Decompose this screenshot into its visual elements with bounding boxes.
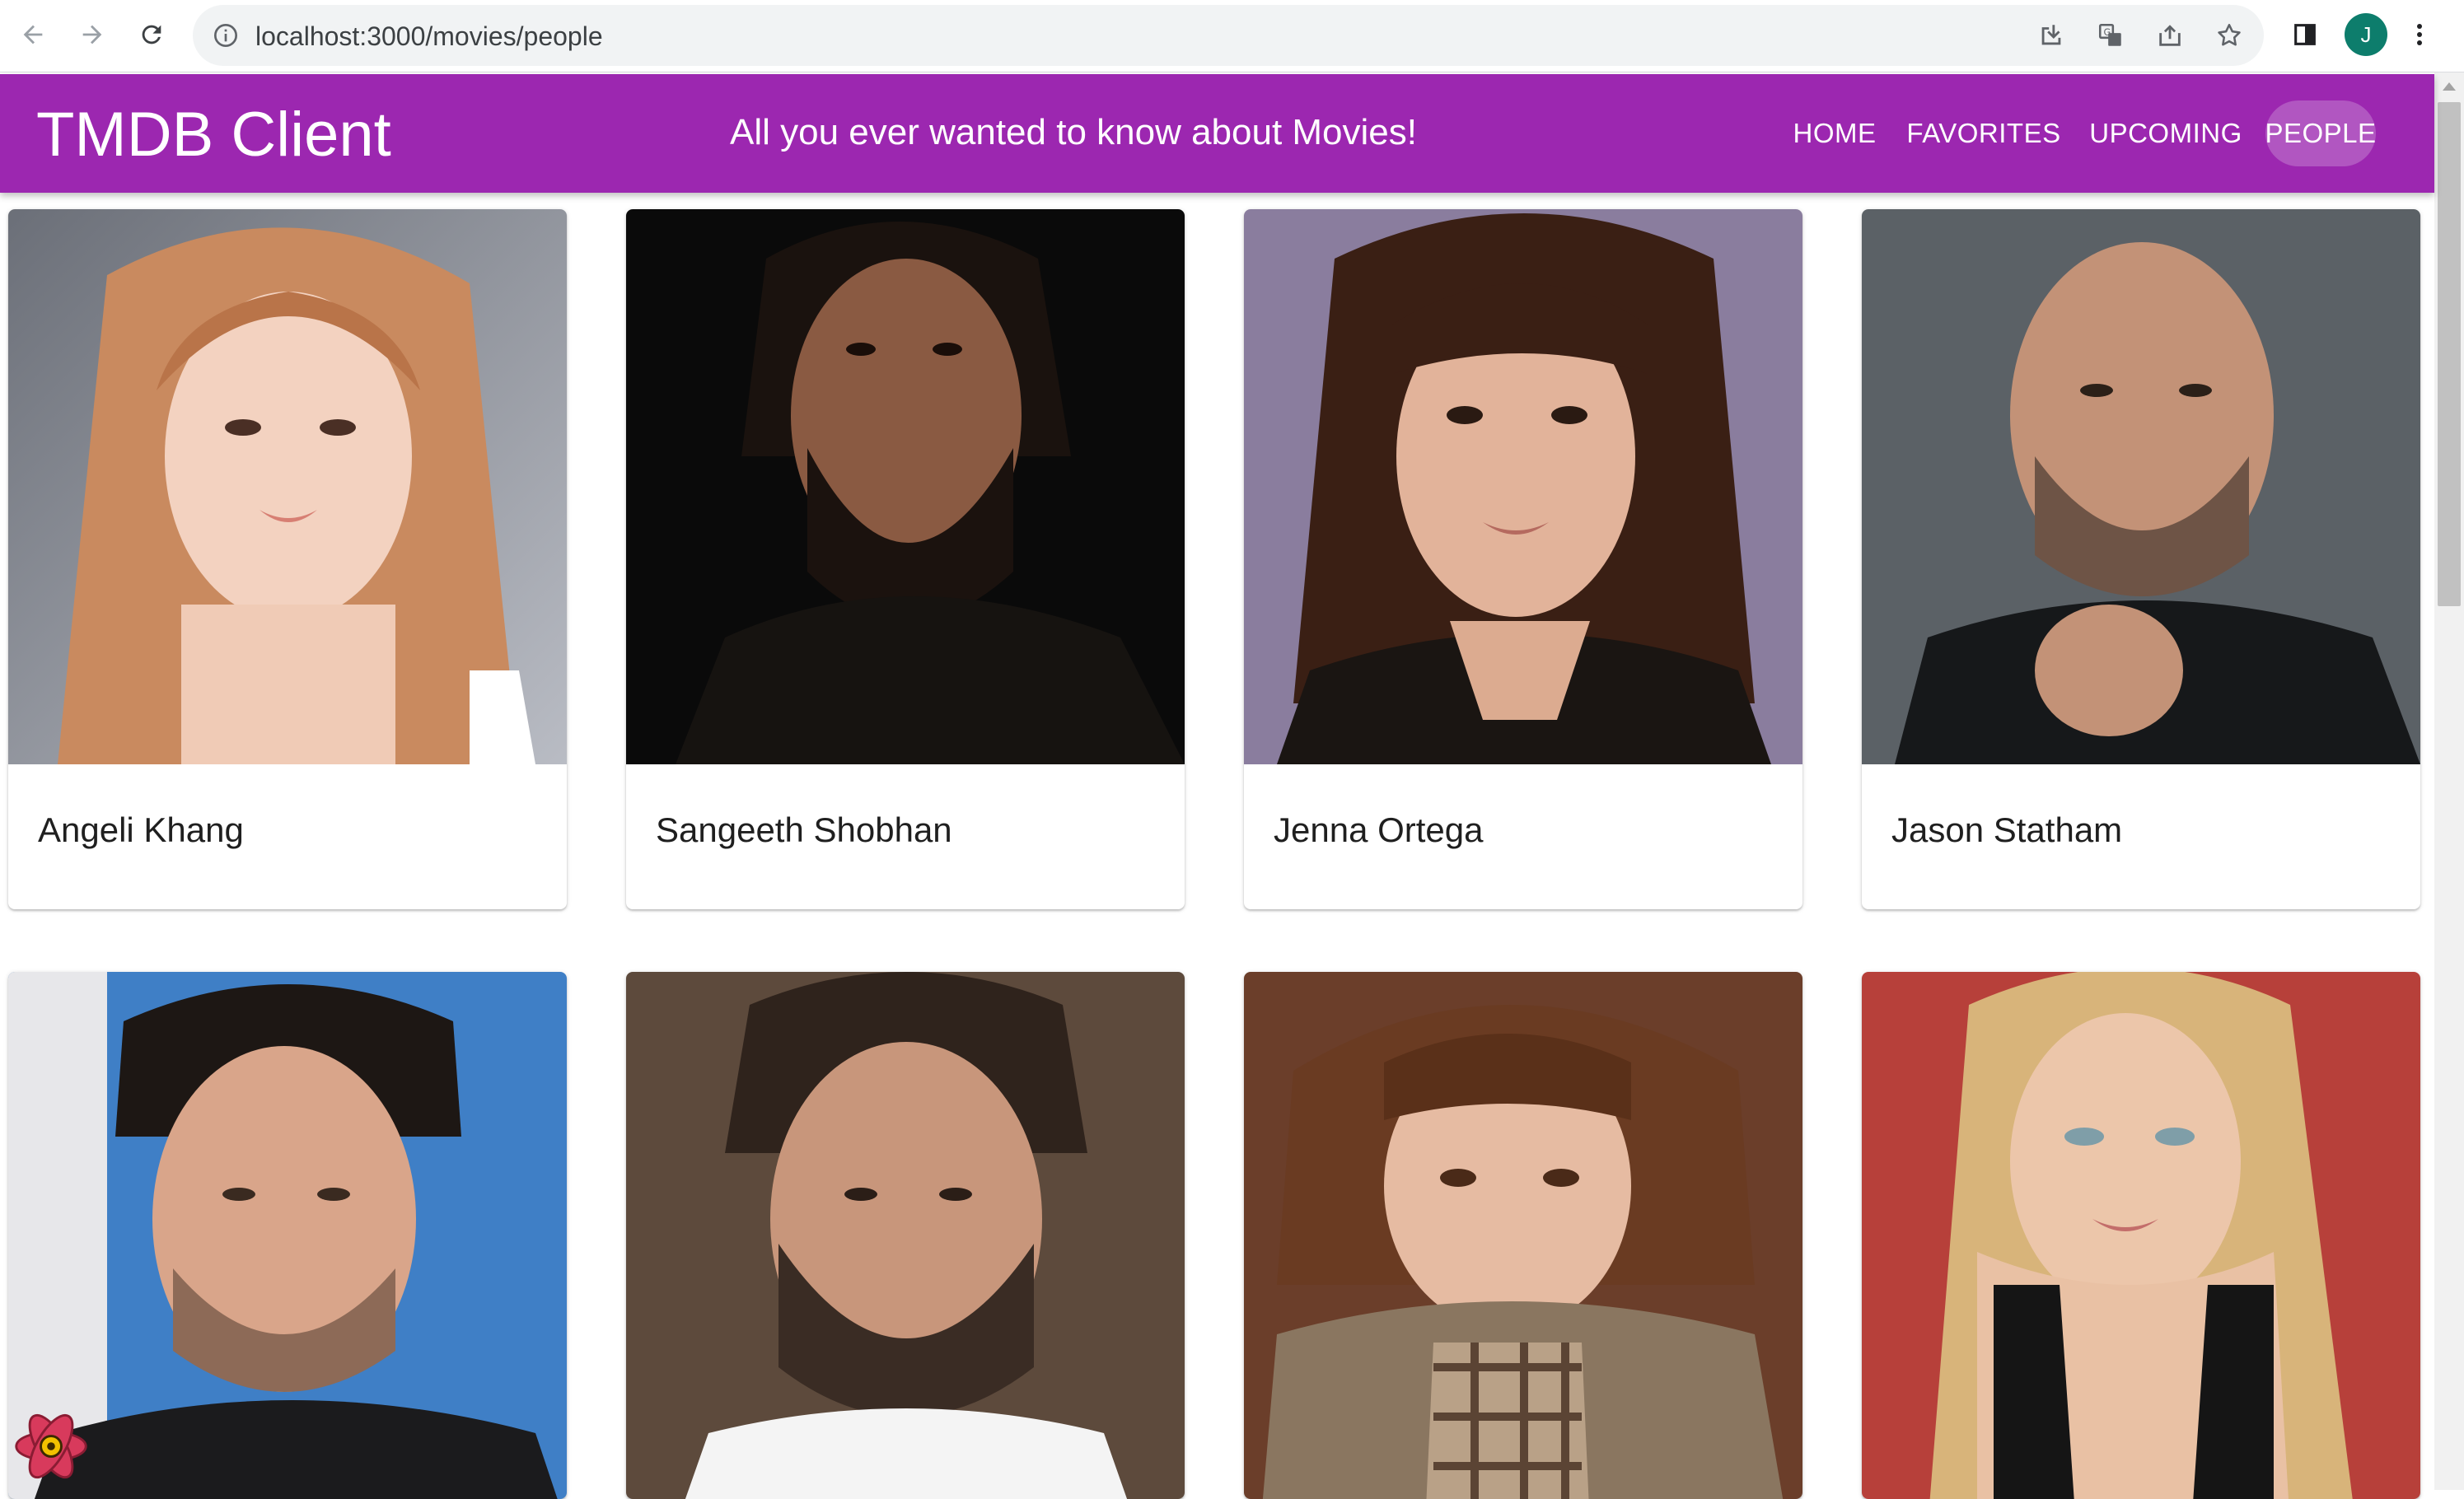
scroll-thumb[interactable] <box>2438 102 2461 606</box>
url-text: localhost:3000/movies/people <box>255 21 603 51</box>
forward-button[interactable] <box>71 13 114 56</box>
person-card[interactable]: Sangeeth Shobhan <box>626 209 1185 909</box>
side-panel-icon <box>2294 24 2316 45</box>
person-name: Sangeeth Shobhan <box>656 810 952 849</box>
person-card[interactable] <box>1862 972 2420 1499</box>
forward-arrow-icon <box>82 25 102 44</box>
person-photo[interactable] <box>1862 209 2420 764</box>
side-panel-button[interactable] <box>2285 15 2325 54</box>
share-icon[interactable] <box>2155 21 2185 50</box>
bookmark-star-icon[interactable] <box>2214 21 2244 50</box>
install-app-icon[interactable] <box>2036 21 2066 50</box>
person-card[interactable]: Jenna Ortega <box>1244 209 1802 909</box>
person-card[interactable] <box>626 972 1185 1499</box>
person-photo[interactable] <box>1244 972 1802 1499</box>
back-button[interactable] <box>12 13 54 56</box>
react-devtools-logo[interactable] <box>12 1407 91 1486</box>
browser-toolbar: localhost:3000/movies/people G J <box>0 0 2464 72</box>
svg-text:G: G <box>2104 26 2111 38</box>
nav-people[interactable]: PEOPLE <box>2265 100 2376 166</box>
chrome-menu-button[interactable] <box>2407 15 2432 54</box>
reload-icon <box>142 25 161 44</box>
person-card[interactable]: Jason Statham <box>1862 209 2420 909</box>
person-name: Jenna Ortega <box>1274 810 1484 849</box>
scroll-up-arrow-icon[interactable] <box>2443 82 2456 91</box>
person-card[interactable] <box>1244 972 1802 1499</box>
app-title: TMDB Client <box>36 100 391 170</box>
nav-favorites[interactable]: FAVORITES <box>1900 110 2068 156</box>
person-photo[interactable] <box>8 972 567 1499</box>
person-photo[interactable] <box>1244 209 1802 764</box>
translate-icon[interactable]: G <box>2096 21 2125 50</box>
app-tagline: All you ever wanted to know about Movies… <box>730 112 1418 152</box>
address-bar[interactable]: localhost:3000/movies/people G <box>193 5 2264 66</box>
person-photo[interactable] <box>8 209 567 764</box>
profile-avatar[interactable]: J <box>2345 13 2387 56</box>
person-name: Angeli Khang <box>38 810 244 849</box>
person-photo[interactable] <box>626 972 1185 1499</box>
more-vert-icon <box>2417 24 2422 45</box>
person-photo[interactable] <box>1862 972 2420 1499</box>
person-card[interactable]: Angeli Khang <box>8 209 567 909</box>
back-arrow-icon <box>23 25 43 44</box>
site-info-icon[interactable] <box>213 22 239 49</box>
reload-button[interactable] <box>130 13 173 56</box>
person-name: Jason Statham <box>1891 810 2123 849</box>
person-card[interactable] <box>8 972 567 1499</box>
page-scrollbar[interactable] <box>2434 72 2464 1490</box>
person-photo[interactable] <box>626 209 1185 764</box>
react-logo-icon <box>15 1413 87 1479</box>
app-header: TMDB Client All you ever wanted to know … <box>0 74 2434 193</box>
nav-upcoming[interactable]: UPCOMING <box>2081 110 2251 156</box>
nav-home[interactable]: HOME <box>1783 110 1887 156</box>
